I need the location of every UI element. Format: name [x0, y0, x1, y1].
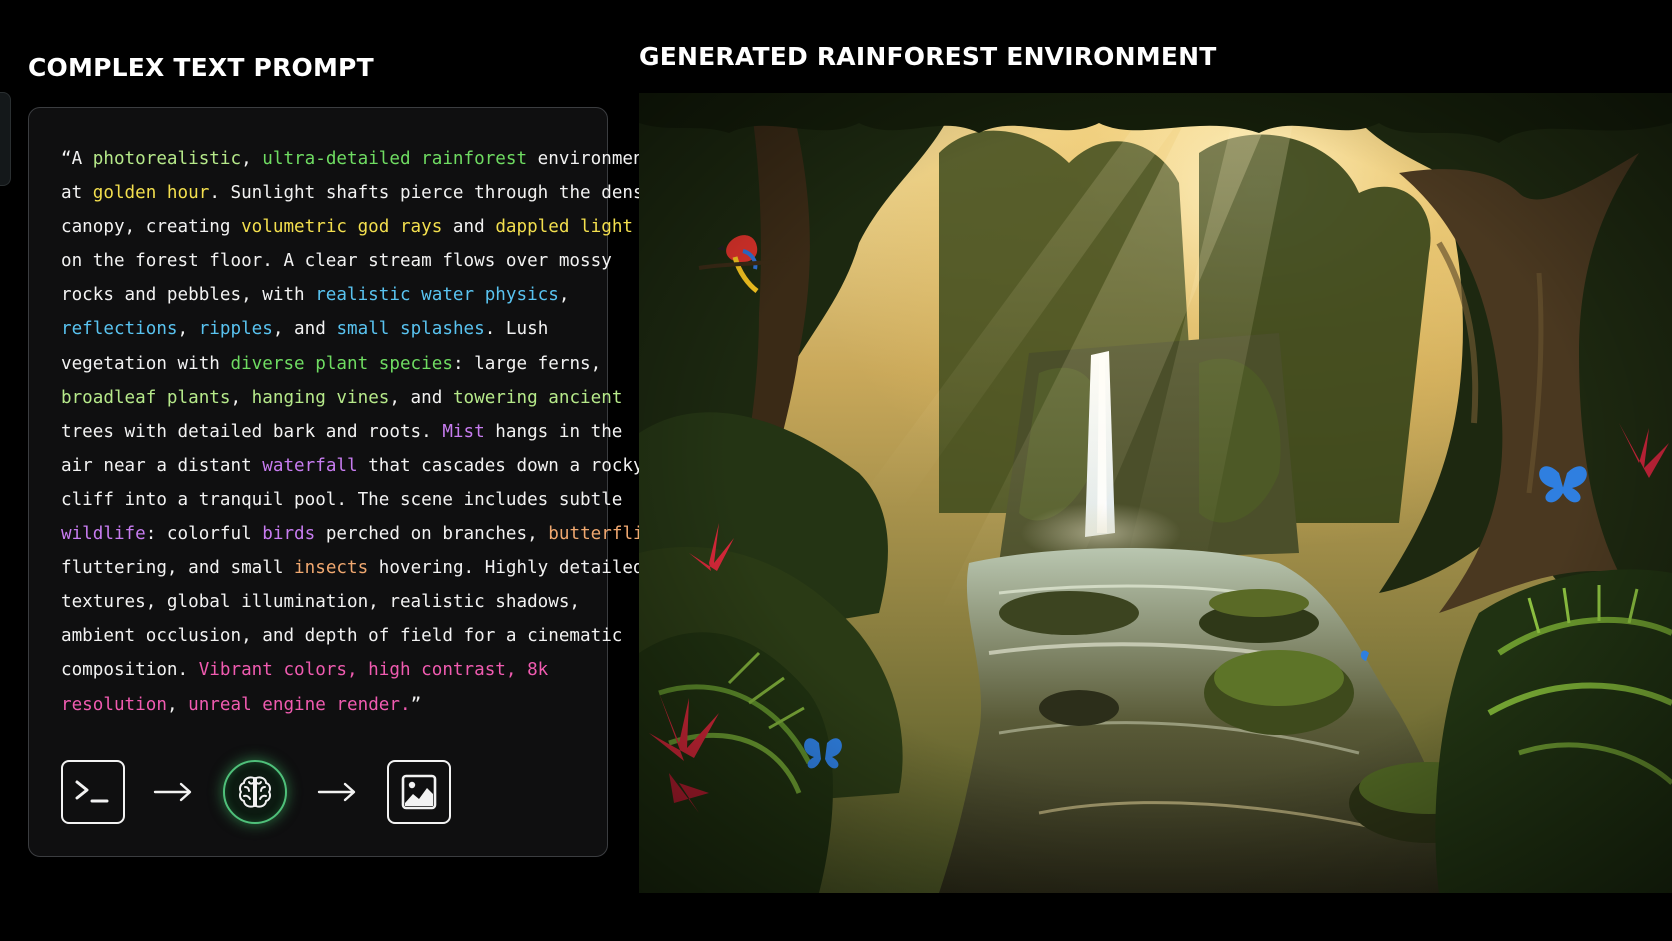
prompt-text-segment: rocks and pebbles, with — [61, 285, 316, 306]
prompt-keyword: golden hour — [92, 183, 210, 204]
prompt-keyword: dappled light — [495, 217, 634, 238]
arrow-right-icon — [153, 782, 192, 802]
prompt-text-segment: environment — [527, 149, 655, 169]
prompt-text-segment: textures, global illumination, realistic… — [61, 592, 581, 613]
prompt-text-segment: and — [442, 217, 496, 238]
prompt-text-segment: , — [241, 149, 263, 169]
prompt-text-segment: hovering. Highly detailed — [368, 558, 644, 579]
prompt-text-segment: : colorful — [145, 524, 263, 545]
prompt-line: canopy, creating volumetric god rays and… — [61, 210, 633, 244]
prompt-text-segment: , — [558, 285, 570, 306]
prompt-keyword: ripples — [198, 319, 273, 340]
prompt-line: trees with detailed bark and roots. Mist… — [61, 415, 622, 449]
prompt-line: rocks and pebbles, with realistic water … — [61, 278, 591, 312]
prompt-text-segment: cliff into a tranquil pool. The scene in… — [61, 489, 623, 510]
prompt-text-segment: canopy, creating — [61, 217, 242, 238]
prompt-text-segment: vegetation with — [61, 353, 231, 374]
prompt-text-segment: , — [230, 387, 252, 408]
prompt-keyword: volumetric god rays — [241, 217, 443, 238]
prompt-text-segment: , — [177, 319, 199, 340]
prompt-line: vegetation with diverse plant species: l… — [61, 347, 601, 381]
prompt-keyword: ultra-detailed rainforest — [262, 149, 528, 169]
prompt-line: textures, global illumination, realistic… — [61, 585, 591, 619]
prompt-keyword: reflections — [61, 319, 178, 340]
output-section-title: GENERATED RAINFOREST ENVIRONMENT — [639, 42, 1217, 71]
prompt-text-segment: composition. — [61, 660, 199, 681]
prompt-keyword: waterfall — [262, 455, 358, 476]
prompt-keyword: towering ancient — [452, 387, 623, 408]
prompt-text-segment: fluttering, and small — [61, 558, 295, 579]
side-drawer-tab[interactable] — [0, 92, 11, 186]
prompt-text-segment: perched on branches, — [315, 524, 549, 545]
image-chart-icon — [387, 760, 451, 824]
prompt-keyword: Mist — [442, 421, 485, 442]
prompt-line: broadleaf plants, hanging vines, and tow… — [61, 381, 622, 415]
prompt-keyword: wildlife — [61, 524, 146, 545]
prompt-line: air near a distant waterfall that cascad… — [61, 449, 644, 483]
prompt-line: resolution, unreal engine render.” — [61, 688, 591, 722]
prompt-keyword: hanging vines — [251, 387, 390, 408]
prompt-text-segment: , and — [272, 319, 337, 340]
prompt-text-segment: : large ferns, — [452, 353, 602, 374]
prompt-keyword: resolution — [61, 694, 167, 715]
prompt-text-segment: on the forest floor. A clear stream flow… — [61, 251, 612, 272]
prompt-text-segment: trees with detailed bark and roots. — [61, 421, 443, 442]
prompt-text-segment: ambient occlusion, and depth of field fo… — [61, 626, 623, 647]
brain-icon — [223, 760, 287, 824]
prompt-keyword: insects — [294, 558, 369, 579]
prompt-text-segment: hangs in the — [484, 421, 623, 442]
prompt-keyword: broadleaf plants — [61, 387, 231, 408]
prompt-keyword: small splashes — [336, 319, 485, 340]
prompt-line: reflections, ripples, and small splashes… — [61, 312, 591, 346]
prompt-panel: “A photorealistic, ultra-detailed rainfo… — [28, 107, 665, 857]
prompt-line: at golden hour. Sunlight shafts pierce t… — [61, 176, 654, 210]
prompt-line: ambient occlusion, and depth of field fo… — [61, 619, 622, 653]
prompt-text-segment: . Lush — [484, 319, 549, 340]
prompt-text-segment: that cascades down a rocky — [357, 455, 644, 476]
prompt-line: on the forest floor. A clear stream flow… — [61, 244, 612, 278]
terminal-icon — [61, 760, 125, 824]
prompt-text: “A photorealistic, ultra-detailed rainfo… — [61, 142, 665, 722]
prompt-text-segment: , — [166, 694, 189, 715]
prompt-section-title: COMPLEX TEXT PROMPT — [28, 53, 374, 82]
prompt-line: cliff into a tranquil pool. The scene in… — [61, 483, 622, 517]
prompt-text-segment: ” — [410, 694, 422, 715]
prompt-keyword: diverse plant species — [230, 353, 453, 374]
pipeline-flow — [61, 760, 481, 826]
prompt-text-segment: “A — [61, 149, 93, 169]
prompt-keyword: unreal engine render. — [188, 694, 411, 715]
prompt-text-segment: air near a distant — [61, 455, 263, 476]
prompt-keyword: photorealistic — [92, 149, 242, 169]
prompt-line: “A photorealistic, ultra-detailed rainfo… — [61, 142, 654, 176]
prompt-keyword: birds — [262, 524, 316, 545]
prompt-text-segment: . Sunlight shafts pierce through the den… — [209, 183, 655, 204]
prompt-keyword: Vibrant colors, high contrast, 8k — [198, 660, 549, 681]
prompt-line: composition. Vibrant colors, high contra… — [61, 653, 591, 687]
prompt-keyword: realistic water physics — [315, 285, 559, 306]
prompt-line: wildlife: colorful birds perched on bran… — [61, 517, 665, 551]
rainforest-waterfall-image — [639, 93, 1672, 893]
prompt-line: fluttering, and small insects hovering. … — [61, 551, 644, 585]
prompt-text-segment: , and — [389, 387, 453, 408]
prompt-text-segment: at — [61, 183, 93, 204]
arrow-right-icon — [317, 782, 356, 802]
